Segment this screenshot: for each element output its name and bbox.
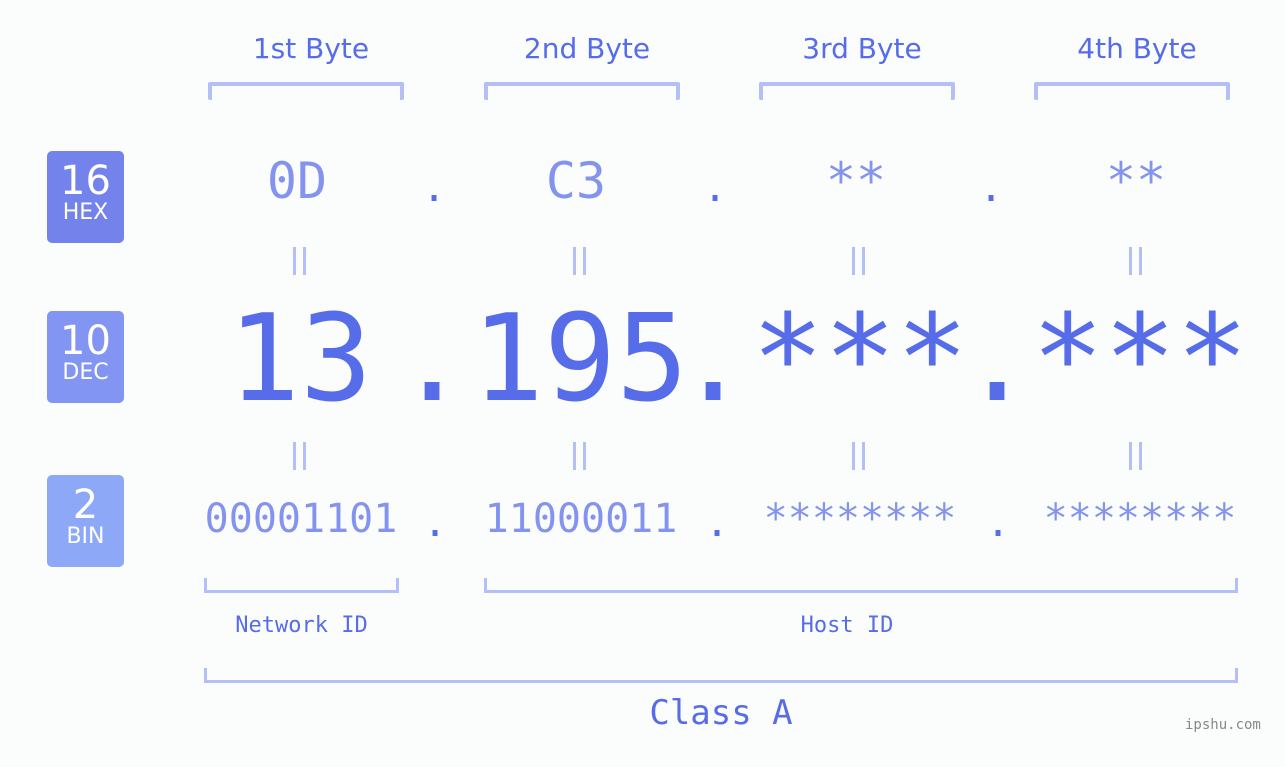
dec-dot-3: .	[961, 290, 1034, 429]
watermark: ipshu.com	[1185, 717, 1261, 733]
dec-base-label: DEC	[62, 360, 109, 385]
class-label: Class A	[649, 693, 793, 733]
equals-icon	[1127, 442, 1147, 470]
bin-badge: 2 BIN	[47, 475, 124, 567]
bin-byte-4: ********	[1043, 496, 1237, 542]
equals-icon	[571, 442, 591, 470]
hex-dot-1: .	[422, 165, 447, 211]
byte-1-bracket	[208, 82, 404, 100]
bin-byte-2: 11000011	[484, 496, 678, 542]
hex-dot-3: .	[979, 165, 1004, 211]
equals-icon	[571, 247, 591, 275]
hex-byte-1: 0D	[266, 152, 328, 210]
dec-byte-4: ***	[1031, 290, 1249, 429]
dec-dot-2: .	[677, 290, 750, 429]
class-bracket	[204, 668, 1238, 683]
equals-icon	[850, 442, 870, 470]
equals-icon	[291, 247, 311, 275]
byte-2-bracket	[484, 82, 680, 100]
bin-base-number: 2	[72, 482, 99, 528]
hex-byte-2: C3	[545, 152, 607, 210]
host-id-bracket	[484, 578, 1238, 593]
hex-badge: 16 HEX	[47, 151, 124, 243]
hex-byte-3: **	[825, 152, 887, 210]
bin-dot-1: .	[423, 500, 448, 546]
equals-icon	[1127, 247, 1147, 275]
dec-base-number: 10	[60, 318, 111, 364]
hex-dot-2: .	[703, 165, 728, 211]
network-id-label: Network ID	[235, 613, 368, 638]
byte-1-label: 1st Byte	[252, 32, 370, 65]
dec-byte-3: ***	[751, 290, 969, 429]
byte-3-label: 3rd Byte	[802, 32, 922, 65]
bin-dot-2: .	[705, 500, 730, 546]
hex-base-label: HEX	[62, 200, 109, 225]
byte-2-label: 2nd Byte	[523, 32, 651, 65]
network-id-bracket	[204, 578, 399, 593]
byte-4-bracket	[1034, 82, 1230, 100]
equals-icon	[850, 247, 870, 275]
equals-icon	[291, 442, 311, 470]
bin-dot-3: .	[986, 500, 1011, 546]
dec-dot-1: .	[396, 290, 469, 429]
bin-byte-1: 00001101	[204, 496, 398, 542]
bin-base-label: BIN	[66, 524, 105, 549]
dec-badge: 10 DEC	[47, 311, 124, 403]
bin-byte-3: ********	[763, 496, 957, 542]
host-id-label: Host ID	[800, 613, 894, 638]
hex-base-number: 16	[60, 158, 111, 204]
byte-3-bracket	[759, 82, 955, 100]
hex-byte-4: **	[1105, 152, 1167, 210]
byte-4-label: 4th Byte	[1077, 32, 1197, 65]
